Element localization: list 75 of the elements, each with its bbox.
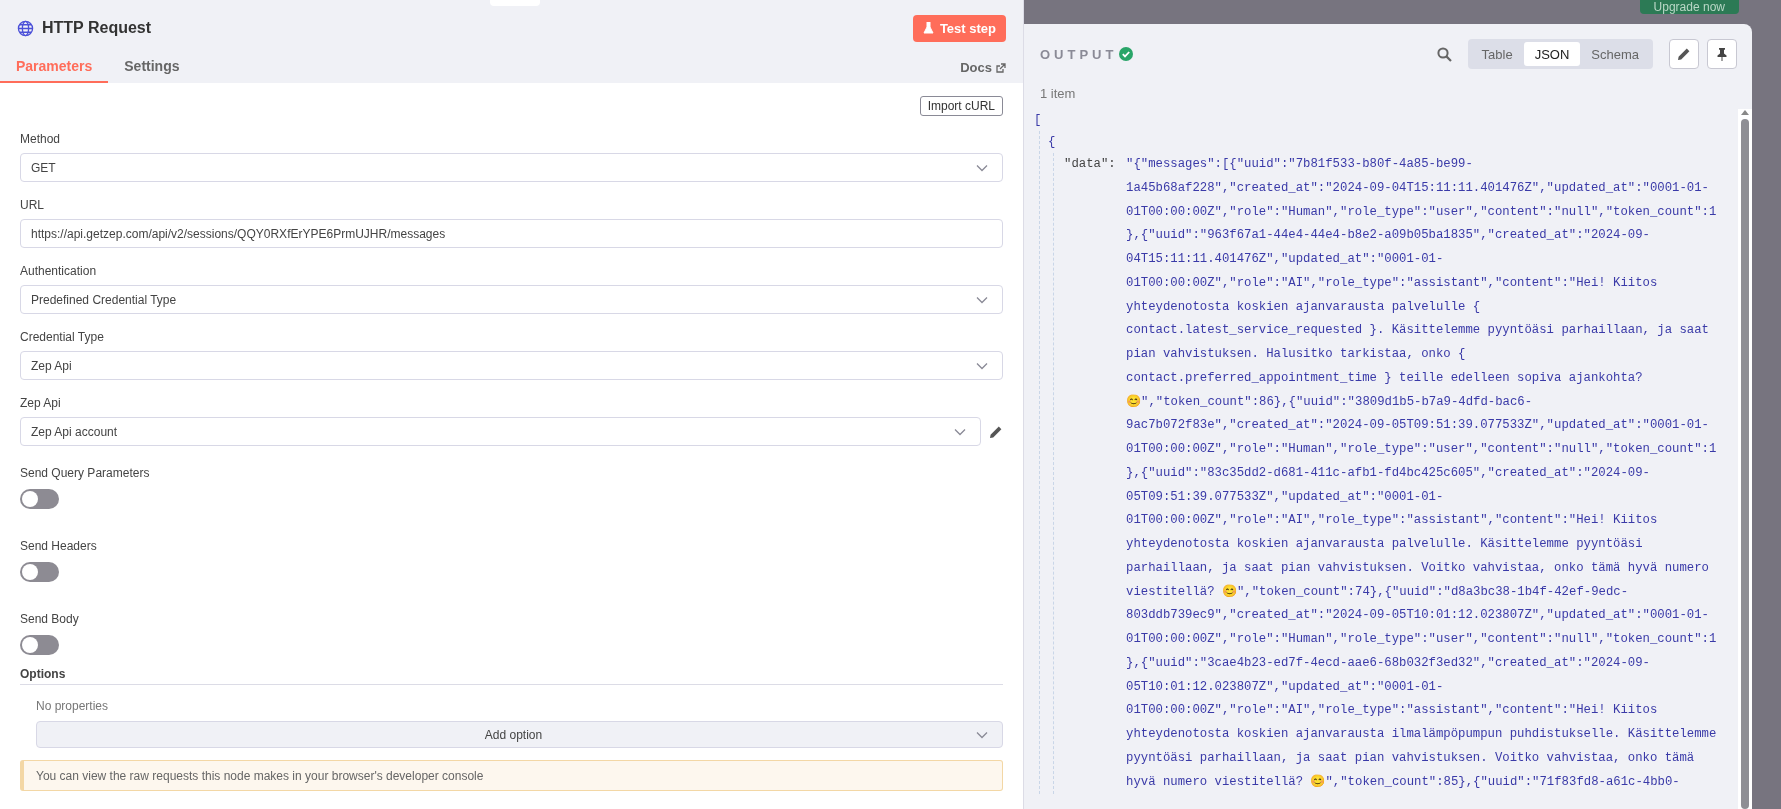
chevron-down-icon: [954, 427, 966, 436]
pencil-icon: [989, 424, 1003, 439]
field-label: Send Query Parameters: [20, 466, 151, 480]
section-title: Options: [20, 667, 1003, 685]
toggle-switch[interactable]: [20, 562, 59, 582]
json-value-line: pyyntöäsi parhaillaan, ja saat pian vahvistuksen. Voitko vahvistaa, onko tämä: [1126, 749, 1695, 767]
add-option-dropdown[interactable]: Add option: [36, 721, 1003, 748]
flask-icon: [922, 22, 934, 34]
json-value-line: 01T00:00:00Z","role":"AI","role_type":"assistant","content":"Hei! Kiitos: [1126, 702, 1658, 720]
input-field[interactable]: https://api.getzep.com/api/v2/sessions/QQY0RXfErYPE6PrmUJHR/messages: [20, 219, 1003, 248]
json-value-line: viestitellä? 😊","token_count":74},{"uuid":"d8a3bc38-1b4f-42ef-9edc-: [1126, 583, 1629, 601]
search-icon[interactable]: [1436, 46, 1452, 62]
json-value-line: yhteydenotosta koskien ajanvarausta palvelulle {: [1126, 298, 1481, 316]
pin-button[interactable]: [1707, 39, 1737, 69]
json-value-line: yhteydenotosta koskien ajanvarausta ilmalämpöpumpun puhdistukselle. Käsittelemme: [1126, 726, 1717, 743]
json-value-line: parhaillaan, ja saat pian vahvistuksen. Voitko vahvistaa, onko tämä hyvä numero: [1126, 559, 1709, 577]
globe-icon: [17, 19, 34, 37]
json-brace: {: [1048, 134, 1056, 151]
external-link-icon: [996, 62, 1006, 73]
select-field[interactable]: Predefined Credential Type: [20, 285, 1003, 314]
info-notice: You can view the raw requests this node makes in your browser's developer console: [20, 760, 1003, 791]
field-label: Send Body: [20, 612, 80, 626]
json-value-line: },{"uuid":"83c35dd2-d681-411c-afb1-fd4bc425c605","created_at":"2024-09-: [1126, 464, 1650, 482]
chevron-down-icon: [976, 361, 988, 370]
json-value-line: 01T00:00:00Z","role":"Human","role_type":"user","content":"null","token_count":1: [1126, 631, 1717, 648]
json-value-line: 1a45b68af228","created_at":"2024-09-04T15:11:11.401476Z","updated_at":"0001-01-: [1126, 179, 1709, 197]
json-value-line: 😊","token_count":86},{"uuid":"3809d1b5-b7a9-4dfd-bac6-: [1126, 393, 1533, 411]
field-label: Authentication: [20, 264, 98, 278]
field-label: Method: [20, 132, 62, 146]
json-bracket: [: [1034, 112, 1042, 129]
pencil-icon: [1677, 47, 1691, 61]
field-label: Credential Type: [20, 330, 105, 344]
json-value-line: 01T00:00:00Z","role":"AI","role_type":"assistant","content":"Hei! Kiitos: [1126, 512, 1658, 530]
docs-link[interactable]: Docs: [960, 60, 1006, 83]
tab[interactable]: Settings: [108, 58, 196, 83]
select-field[interactable]: Zep Api: [20, 351, 1003, 380]
json-value-line: yhteydenotosta koskien ajanvarausta palvelulle. Käsittelemme pyyntöäsi: [1126, 536, 1643, 553]
node-title: HTTP Request: [42, 19, 153, 37]
toggle-switch[interactable]: [20, 635, 59, 655]
import-curl-button[interactable]: Import cURL: [919, 96, 1003, 116]
json-value-line: 9ac7b072f83e","created_at":"2024-09-05T09:51:39.077533Z","updated_at":"0001-01-: [1126, 417, 1709, 435]
field-label: URL: [20, 198, 45, 212]
json-key: "data":: [1064, 153, 1126, 795]
json-value-line: 803ddb739ec9","created_at":"2024-09-05T10:01:12.023807Z","updated_at":"0001-01-: [1126, 607, 1709, 625]
json-value-line: 04T15:11:11.401476Z","updated_at":"0001-01-: [1126, 251, 1444, 268]
empty-text: No properties: [36, 699, 110, 713]
pin-icon: [1716, 47, 1728, 61]
field-label: Send Headers: [20, 539, 98, 553]
panel-title: OUTPUT: [1040, 46, 1118, 62]
json-value-line: contact.preferred_appointment_time } teille edelleen sopiva ajankohta?: [1126, 369, 1643, 387]
view-tab[interactable]: Table: [1470, 42, 1524, 66]
select-field[interactable]: GET: [20, 153, 1003, 182]
chevron-down-icon: [976, 163, 988, 172]
chevron-down-icon: [976, 730, 988, 739]
json-value-line: contact.latest_service_requested }. Käsittelemme pyyntöäsi parhaillaan, ja saat: [1126, 322, 1709, 340]
json-value-line: hyvä numero viestitellä? 😊","token_count":85},{"uuid":"71f83fd8-a61c-4bb0-: [1126, 773, 1680, 791]
edit-button[interactable]: [1669, 39, 1699, 69]
item-count: 1 item: [1039, 85, 1077, 103]
scroll-up-icon[interactable]: [1741, 109, 1749, 115]
select-field[interactable]: Zep Api account: [20, 417, 981, 446]
chevron-down-icon: [976, 295, 988, 304]
json-value-line: },{"uuid":"963f67a1-44e4-44e4-b8e2-a09b05ba1835","created_at":"2024-09-: [1126, 227, 1650, 245]
json-value-line: 01T00:00:00Z","role":"Human","role_type":"user","content":"null","token_count":1: [1126, 441, 1717, 458]
json-value-line: "{"messages":[{"uuid":"7b81f533-b80f-4a85-be99-: [1126, 156, 1473, 173]
json-value-line: 01T00:00:00Z","role":"Human","role_type":"user","content":"null","token_count":1: [1126, 203, 1717, 221]
view-tab[interactable]: Schema: [1580, 42, 1650, 66]
toggle-switch[interactable]: [20, 489, 59, 509]
view-tab[interactable]: JSON: [1523, 42, 1581, 66]
scrollbar[interactable]: [1738, 109, 1752, 809]
json-value-line: },{"uuid":"3cae4b23-ed7f-4ecd-aae6-68b032f3ed32","created_at":"2024-09-: [1126, 654, 1650, 672]
json-value-line: 05T10:01:12.023807Z","updated_at":"0001-01-: [1126, 678, 1444, 696]
json-value-line: 01T00:00:00Z","role":"AI","role_type":"assistant","content":"Hei! Kiitos: [1126, 274, 1658, 292]
json-value-line: pian vahvistuksen. Halusitko tarkistaa, onko {: [1126, 346, 1466, 363]
json-value-line: 05T09:51:39.077533Z","updated_at":"0001-01-: [1126, 488, 1444, 506]
field-label: Zep Api: [20, 396, 62, 410]
